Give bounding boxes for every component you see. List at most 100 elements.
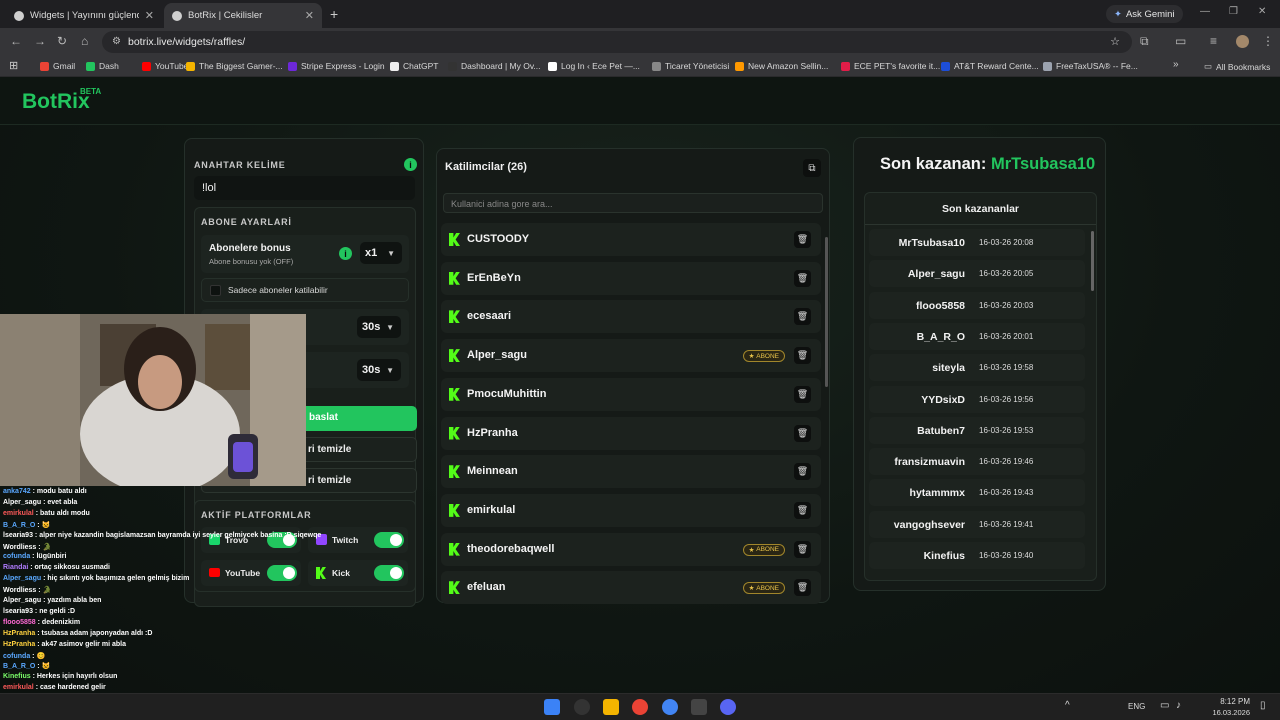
tab-botrix[interactable]: BotRix | Cekilisler ✕ <box>164 3 322 28</box>
delete-icon[interactable]: 🗑 <box>794 463 811 481</box>
bookmark-item[interactable]: Ticaret Yöneticisi <box>652 61 729 71</box>
badge-label: ABONE <box>756 352 779 360</box>
profile-avatar[interactable] <box>1236 35 1249 48</box>
more-bookmarks-icon[interactable]: » <box>1173 59 1179 70</box>
participant-row[interactable]: CUSTOODY 🗑 <box>441 223 821 256</box>
media-icon[interactable]: ≡ <box>1210 34 1217 48</box>
delete-icon[interactable]: 🗑 <box>794 424 811 442</box>
delete-icon[interactable]: 🗑 <box>794 269 811 287</box>
ask-gemini-button[interactable]: ✦ Ask Gemini <box>1106 5 1183 23</box>
delete-icon[interactable]: 🗑 <box>794 308 811 326</box>
reload-icon[interactable]: ↻ <box>57 34 67 48</box>
participant-row[interactable]: ErEnBeYn 🗑 <box>441 261 821 295</box>
delete-icon[interactable]: 🗑 <box>794 540 811 558</box>
minimize-icon[interactable]: — <box>1200 6 1210 17</box>
bookmark-star-icon[interactable]: ☆ <box>1110 35 1120 48</box>
apps-icon[interactable]: ⊞ <box>9 59 18 72</box>
chat-message: Alper_sagu : yazdım abla ben <box>3 597 101 604</box>
last-winner-label: Son kazanan: <box>880 155 991 173</box>
bookmark-item[interactable]: ChatGPT <box>390 61 438 71</box>
delete-icon[interactable]: 🗑 <box>794 347 811 365</box>
kick-toggle[interactable] <box>374 565 404 581</box>
timer-select-2[interactable]: 30s ▼ <box>357 359 401 381</box>
winners-scrollbar[interactable] <box>1091 231 1094 291</box>
restore-icon[interactable]: ❐ <box>1229 6 1238 17</box>
close-tab-icon[interactable]: ✕ <box>305 9 314 22</box>
chat-text: 😺 <box>41 663 51 671</box>
timer-select-1[interactable]: 30s ▼ <box>357 316 401 338</box>
bookmark-item[interactable]: ECE PET's favorite it... <box>841 61 940 71</box>
bookmark-item[interactable]: AT&T Reward Cente... <box>941 61 1039 71</box>
google-icon[interactable] <box>662 699 678 715</box>
bonus-multiplier-select[interactable]: x1 ▼ <box>360 242 402 264</box>
winner-name: siteyla <box>932 362 965 375</box>
winner-row: Kinefius 16-03-26 19:40 <box>869 542 1085 569</box>
clock-time[interactable]: 8:12 PM <box>1212 697 1250 706</box>
subs-only-checkbox[interactable] <box>210 285 221 296</box>
app-icon[interactable] <box>574 699 590 715</box>
bookmark-favicon-icon <box>186 61 195 71</box>
participant-row[interactable]: PmocuMuhittin 🗑 <box>441 377 821 411</box>
site-info-icon[interactable]: ⚙ <box>112 36 121 47</box>
tray-chevron-icon[interactable]: ^ <box>1065 700 1070 711</box>
url-bar[interactable]: ⚙ botrix.live/widgets/raffles/ ☆ <box>102 31 1132 53</box>
keyword-input[interactable]: !lol <box>194 176 415 200</box>
bookmark-item[interactable]: Dash <box>86 61 119 71</box>
winner-name: hytammmx <box>909 487 965 500</box>
chat-message: Alper_sagu : hiç sıkıntı yok başımıza ge… <box>3 575 189 582</box>
notification-icon[interactable]: ▯ <box>1260 700 1266 711</box>
file-explorer-icon[interactable] <box>603 699 619 715</box>
cast-icon[interactable]: ▭ <box>1175 34 1186 48</box>
sub-bonus-subtitle: Abone bonusu yok (OFF) <box>209 257 294 266</box>
delete-icon[interactable]: 🗑 <box>794 579 811 597</box>
participant-row[interactable]: efeluan ★ ABONE 🗑 <box>441 571 821 605</box>
chat-username: cofunda <box>3 553 31 561</box>
bookmark-item[interactable]: The Biggest Gamer-... <box>186 61 283 71</box>
bookmark-item[interactable]: FreeTaxUSA® -- Fe... <box>1043 61 1138 71</box>
participant-row[interactable]: HzPranha 🗑 <box>441 416 821 450</box>
bookmark-item[interactable]: New Amazon Sellin... <box>735 61 828 71</box>
participant-search-input[interactable]: Kullanici adina gore ara... <box>443 193 823 213</box>
close-tab-icon[interactable]: ✕ <box>145 9 154 22</box>
bookmark-item[interactable]: Stripe Express - Login <box>288 61 385 71</box>
participant-row[interactable]: theodorebaqwell ★ ABONE 🗑 <box>441 532 821 566</box>
language-indicator[interactable]: ENG <box>1128 702 1145 711</box>
participant-row[interactable]: ecesaari 🗑 <box>441 300 821 334</box>
participant-row[interactable]: Alper_sagu ★ ABONE 🗑 <box>441 339 821 373</box>
participants-scrollbar[interactable] <box>825 237 828 387</box>
participant-row[interactable]: emirkulal 🗑 <box>441 493 821 527</box>
clock-date[interactable]: 16.03.2026 <box>1204 708 1250 717</box>
home-icon[interactable]: ⌂ <box>81 34 88 48</box>
extensions-icon[interactable]: ⧉ <box>1140 34 1149 49</box>
subs-only-row[interactable]: Sadece aboneler katilabilir <box>201 278 409 302</box>
chrome-icon[interactable] <box>632 699 648 715</box>
windows-start-icon[interactable] <box>544 699 560 715</box>
volume-icon[interactable]: ♪ <box>1176 700 1181 711</box>
twitch-toggle[interactable] <box>374 532 404 548</box>
info-icon[interactable]: i <box>404 158 417 171</box>
all-bookmarks[interactable]: ▭ All Bookmarks <box>1204 61 1270 72</box>
app-icon-2[interactable] <box>691 699 707 715</box>
participant-name: ErEnBeYn <box>467 271 521 284</box>
bookmark-item[interactable]: YouTube <box>142 61 188 71</box>
winner-row: fransizmuavin 16-03-26 19:46 <box>869 448 1085 476</box>
delete-icon[interactable]: 🗑 <box>794 501 811 519</box>
close-window-icon[interactable]: ✕ <box>1258 6 1266 17</box>
forward-icon[interactable]: → <box>34 34 46 48</box>
botrix-logo[interactable]: BotRix BETA <box>22 87 101 114</box>
tab-widgets[interactable]: Widgets | Yayınını güçlendirmek ✕ <box>6 3 162 28</box>
network-icon[interactable]: ▭ <box>1160 700 1169 711</box>
bookmark-item[interactable]: Gmail <box>40 61 75 71</box>
back-icon[interactable]: ← <box>10 34 22 48</box>
bookmark-item[interactable]: Dashboard | My Ov... <box>448 61 541 71</box>
bookmark-item[interactable]: Log In ‹ Ece Pet —... <box>548 61 640 71</box>
copy-icon[interactable]: ⧉ <box>803 159 821 177</box>
new-tab-icon[interactable]: + <box>330 6 338 22</box>
participant-row[interactable]: Meinnean 🗑 <box>441 455 821 489</box>
menu-icon[interactable]: ⋮ <box>1262 34 1274 48</box>
delete-icon[interactable]: 🗑 <box>794 231 811 248</box>
discord-icon[interactable] <box>720 699 736 715</box>
sub-bonus-info-icon[interactable]: i <box>339 247 352 260</box>
delete-icon[interactable]: 🗑 <box>794 385 811 403</box>
tab-favicon-icon <box>14 10 24 21</box>
